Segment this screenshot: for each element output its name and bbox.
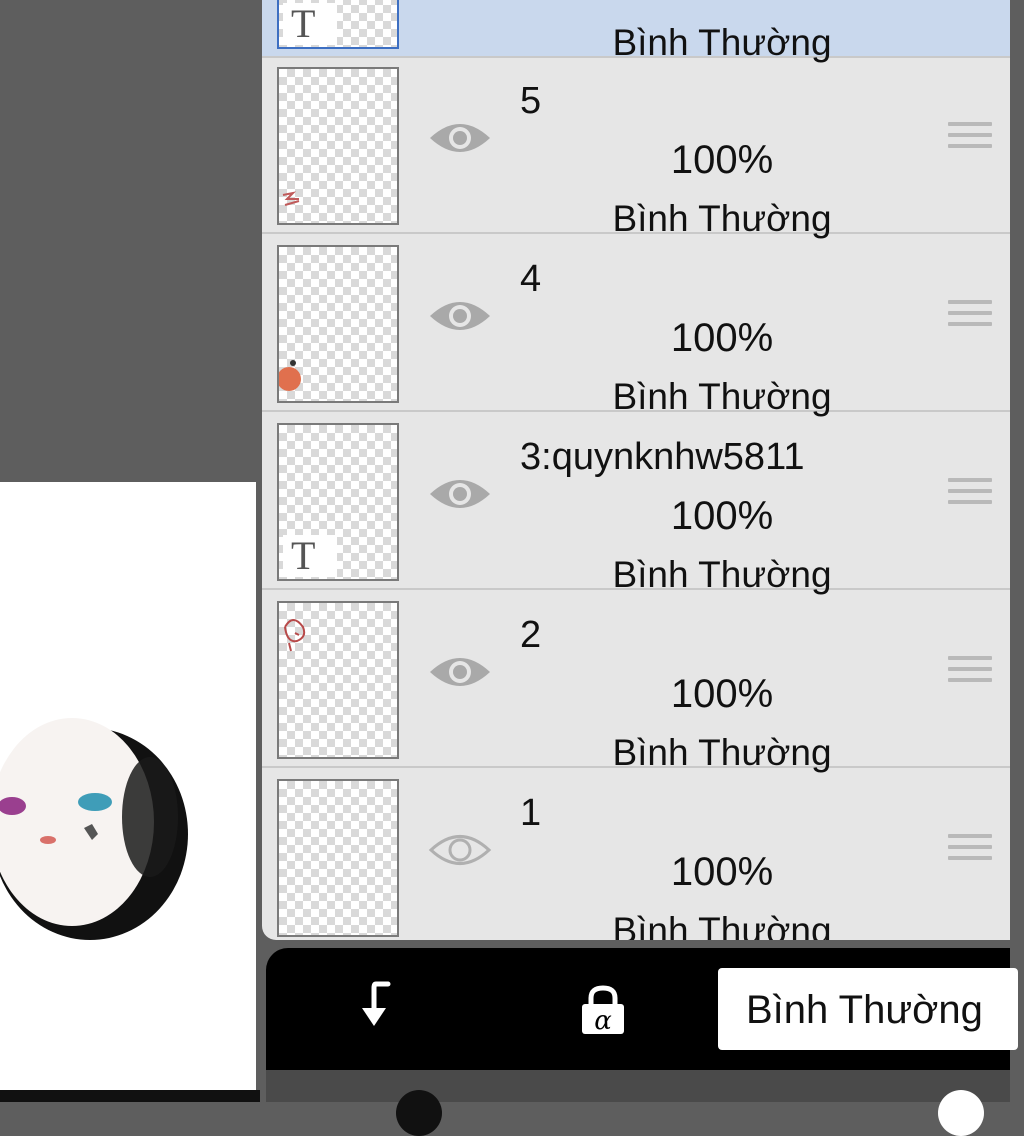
layer-row-3[interactable]: T 3:quynknhw5811 100% Bình Thường — [262, 414, 1010, 595]
alpha-lock-button[interactable]: α — [578, 984, 628, 1036]
layer-panel[interactable]: T Bình Thường 5 100% Bình Thường 4 100% … — [262, 0, 1014, 940]
layer-blend-mode: Bình Thường — [612, 910, 832, 940]
layer-name[interactable]: 3:quynknhw5811 — [520, 436, 805, 479]
layer-blend-mode: Bình Thường — [612, 732, 832, 773]
layer-row-text-top[interactable]: T Bình Thường — [262, 0, 1010, 63]
opacity-slider-strip[interactable] — [266, 1070, 1010, 1136]
layer-name[interactable]: 4 — [520, 258, 541, 301]
drag-handle-icon[interactable] — [948, 300, 992, 340]
layer-row-1[interactable]: 1 100% Bình Thường — [262, 770, 1010, 940]
eye-visible-icon[interactable] — [428, 116, 492, 160]
layer-opacity: 100% — [670, 850, 774, 894]
slider-knob-right[interactable] — [938, 1090, 984, 1136]
canvas-page[interactable] — [0, 482, 256, 1090]
eye-visible-icon[interactable] — [428, 294, 492, 338]
layer-toolbar: α Bình Thường — [266, 948, 1018, 1070]
layer-blend-mode: Bình Thường — [612, 554, 832, 595]
clipping-arrow-icon[interactable] — [354, 978, 404, 1034]
layer-thumbnail[interactable] — [277, 601, 399, 759]
eye-hidden-icon[interactable] — [428, 828, 492, 872]
alpha-glyph: α — [594, 1006, 612, 1036]
layer-opacity: 100% — [670, 672, 774, 716]
layer-name[interactable]: 2 — [520, 614, 541, 657]
canvas-bottom-bar — [0, 1090, 260, 1102]
layer-row-5[interactable]: 5 100% Bình Thường — [262, 58, 1010, 239]
blend-mode-select[interactable]: Bình Thường — [718, 968, 1018, 1050]
text-layer-icon: T — [283, 3, 337, 45]
drag-handle-icon[interactable] — [948, 478, 992, 518]
layer-row-2[interactable]: 2 100% Bình Thường — [262, 592, 1010, 773]
canvas-area[interactable] — [0, 0, 260, 1102]
character-drawing — [0, 718, 188, 940]
layer-opacity: 100% — [670, 138, 774, 182]
text-layer-icon: T — [283, 535, 337, 577]
layer-name[interactable]: 1 — [520, 792, 541, 835]
drag-handle-icon[interactable] — [948, 656, 992, 696]
color-blob-thumbnail — [279, 360, 301, 391]
layer-thumbnail[interactable]: T — [277, 423, 399, 581]
layer-thumbnail[interactable] — [277, 67, 399, 225]
layer-name[interactable]: 5 — [520, 80, 541, 123]
layer-thumbnail[interactable] — [277, 245, 399, 403]
drag-handle-icon[interactable] — [948, 834, 992, 874]
slider-knob-left[interactable] — [396, 1090, 442, 1136]
sketch-thumbnail — [282, 191, 300, 206]
drag-handle-icon[interactable] — [948, 122, 992, 162]
layer-opacity: 100% — [670, 494, 774, 538]
layer-row-4[interactable]: 4 100% Bình Thường — [262, 236, 1010, 417]
layer-opacity: 100% — [670, 316, 774, 360]
layer-blend-mode: Bình Thường — [612, 376, 832, 417]
eye-visible-icon[interactable] — [428, 650, 492, 694]
layer-thumbnail[interactable] — [277, 779, 399, 937]
eye-visible-icon[interactable] — [428, 472, 492, 516]
layer-thumbnail[interactable]: T — [277, 0, 399, 49]
sketch-thumbnail — [284, 619, 306, 652]
panel-edge — [1010, 0, 1024, 1102]
alpha-lock-icon: α — [582, 985, 624, 1036]
layer-blend-mode: Bình Thường — [612, 198, 832, 239]
